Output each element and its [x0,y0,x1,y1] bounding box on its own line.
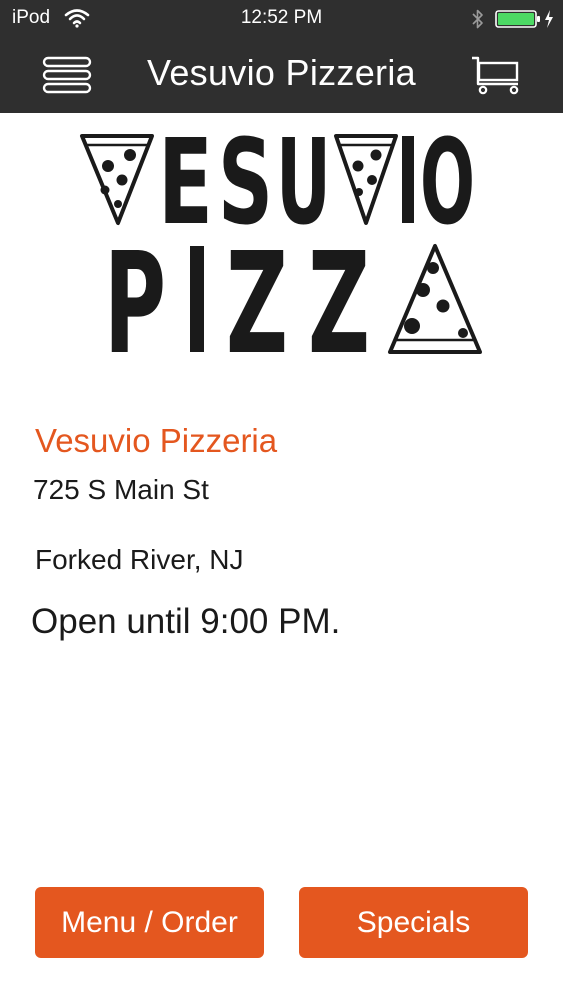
vesuvio-pizza-logo: E S U O P Z Z [80,128,482,358]
logo-pizza-slice-v2 [334,134,398,225]
status-bar: iPod 12:52 PM [0,0,563,38]
svg-text:Z: Z [308,223,370,358]
logo-pizza-slice-v1 [80,134,154,225]
svg-text:Z: Z [226,223,288,358]
battery-icon [495,10,540,28]
menu-order-button[interactable]: Menu / Order [35,887,264,958]
svg-text:P: P [104,223,166,358]
svg-text:E: E [158,128,213,251]
city-state: Forked River, NJ [35,544,244,575]
charging-bolt-icon [545,10,553,28]
bluetooth-icon [472,9,483,29]
street-address: 725 S Main St [33,474,209,505]
svg-text:O: O [420,128,475,251]
restaurant-name: Vesuvio Pizzeria [35,422,278,459]
shopping-cart-icon[interactable] [470,54,524,96]
nav-bar: Vesuvio Pizzeria [0,38,563,113]
logo-pizza-slice-a [388,244,482,354]
open-hours: Open until 9:00 PM. [31,602,341,641]
specials-button[interactable]: Specials [299,887,528,958]
